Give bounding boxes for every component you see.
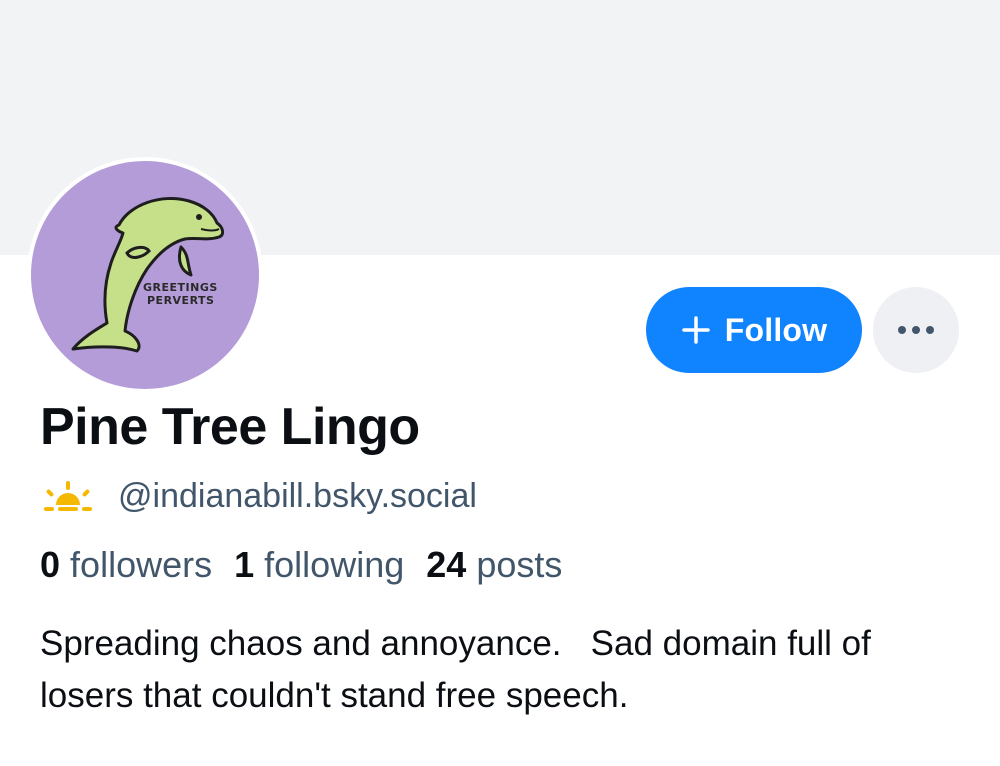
followers-count: 0 [40, 544, 61, 585]
profile-page: GREETINGS PERVERTS Follow Pine Tree Ling… [0, 0, 1000, 766]
dolphin-avatar-image [31, 161, 259, 389]
ellipsis-icon [898, 326, 934, 334]
followers-label: followers [70, 544, 213, 585]
plus-icon [681, 316, 710, 344]
sunrise-icon [44, 481, 92, 511]
following-count: 1 [234, 544, 255, 585]
follow-button-label: Follow [724, 311, 828, 348]
more-options-button[interactable] [873, 287, 959, 373]
avatar[interactable]: GREETINGS PERVERTS [27, 157, 263, 393]
follow-button[interactable]: Follow [646, 287, 862, 373]
followers-stat[interactable]: 0 followers [40, 544, 212, 586]
avatar-text-line2: PERVERTS [147, 294, 215, 307]
display-name: Pine Tree Lingo [40, 398, 420, 456]
profile-handle[interactable]: @indianabill.bsky.social [118, 477, 477, 516]
posts-count: 24 [426, 544, 467, 585]
following-label: following [264, 544, 405, 585]
following-stat[interactable]: 1 following [234, 544, 404, 586]
posts-label: posts [476, 544, 563, 585]
posts-stat: 24 posts [426, 544, 562, 586]
avatar-text-line1: GREETINGS [143, 281, 218, 294]
handle-row: @indianabill.bsky.social [40, 474, 477, 518]
profile-stats: 0 followers 1 following 24 posts [40, 544, 562, 586]
profile-bio: Spreading chaos and annoyance. Sad domai… [40, 624, 881, 715]
